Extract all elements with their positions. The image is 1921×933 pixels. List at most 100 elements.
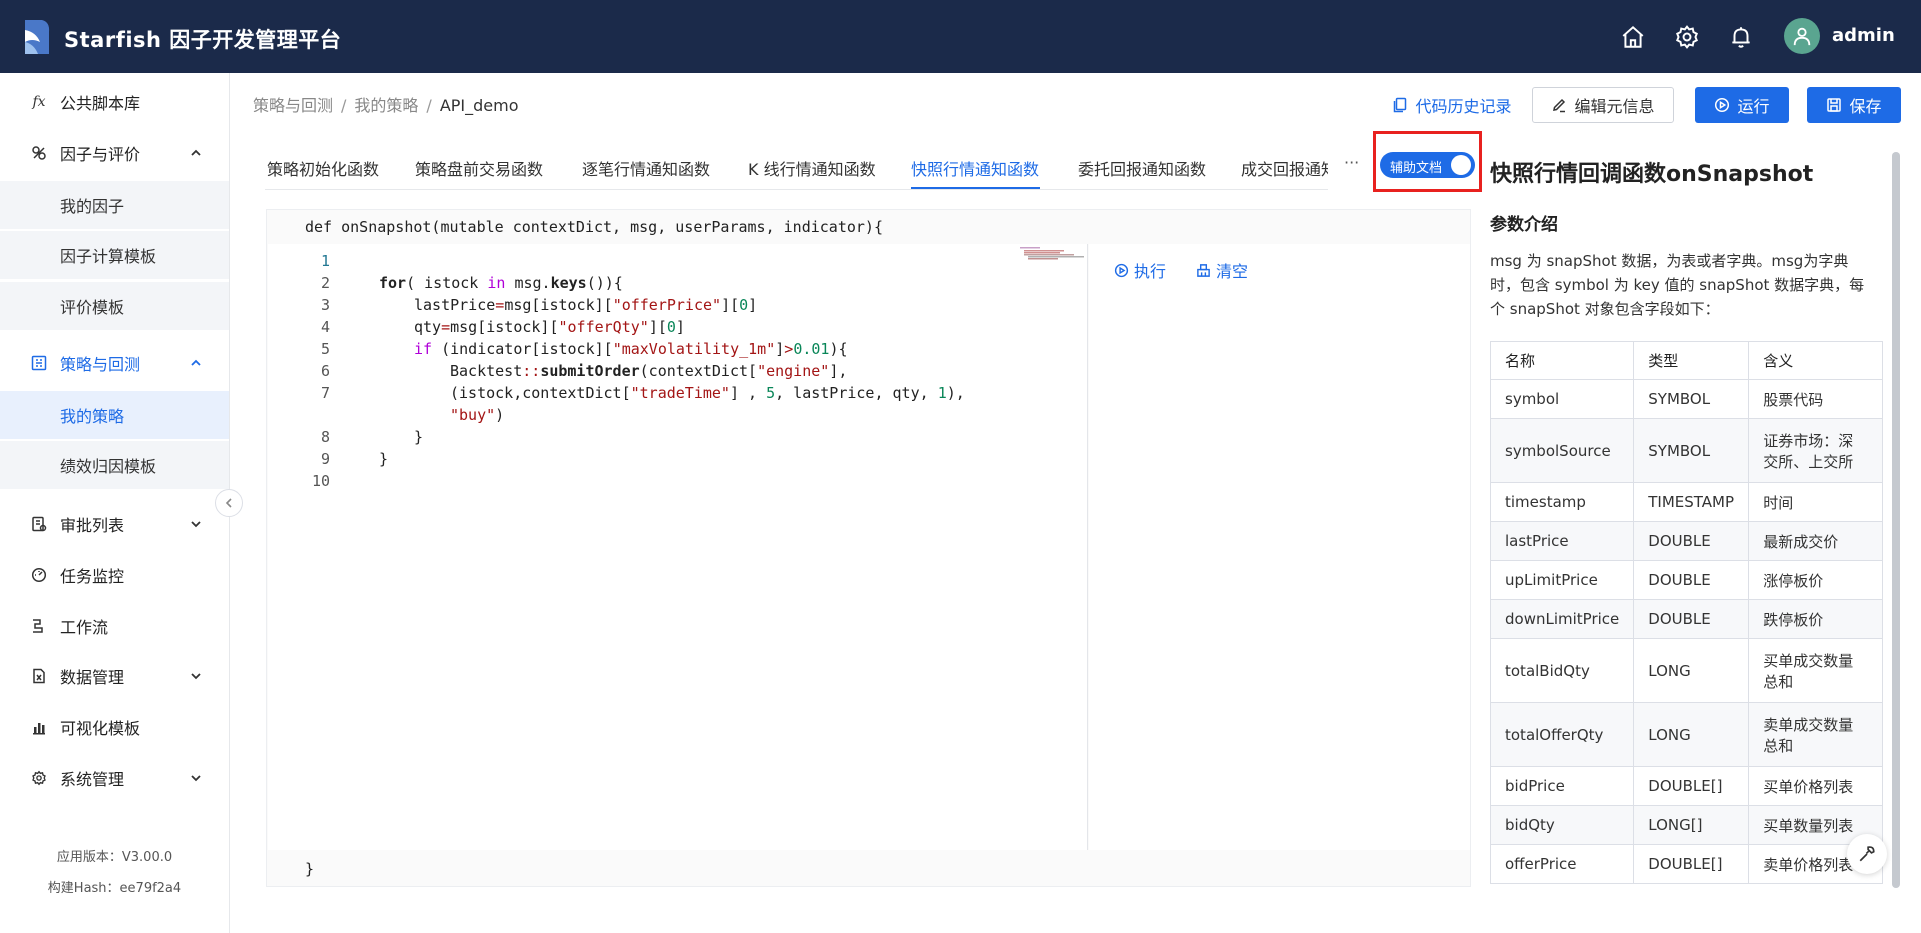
tab-order-report[interactable]: 委托回报通知函数 xyxy=(1078,156,1206,180)
user-icon xyxy=(1793,27,1811,46)
table-cell: DOUBLE[] xyxy=(1633,766,1750,806)
tabs-more-button[interactable]: ··· xyxy=(1344,153,1359,172)
sidebar-item-label: 审批列表 xyxy=(60,516,125,535)
table-row: totalOfferQty LONG 卖单成交数量总和 xyxy=(1490,702,1883,767)
sidebar-item-my-factors[interactable]: 我的因子 xyxy=(0,181,229,229)
execute-label: 执行 xyxy=(1134,262,1167,281)
code-line: if (indicator[istock]["maxVolatility_1m"… xyxy=(414,340,848,358)
table-cell: symbol xyxy=(1490,379,1635,419)
table-row: bidPrice DOUBLE[] 买单价格列表 xyxy=(1490,766,1883,806)
sidebar-item-label: 我的策略 xyxy=(60,407,125,426)
sidebar-item-my-strategy[interactable]: 我的策略 xyxy=(0,391,229,439)
sidebar-item-factors[interactable]: 因子与评价 xyxy=(0,129,229,177)
table-cell: 买单成交数量总和 xyxy=(1748,638,1883,703)
run-button[interactable]: 运行 xyxy=(1695,87,1789,123)
breadcrumb-separator: / xyxy=(426,96,432,115)
tab-pre-market[interactable]: 策略盘前交易函数 xyxy=(415,156,543,180)
table-cell: 最新成交价 xyxy=(1748,521,1883,561)
minimap[interactable] xyxy=(1018,246,1084,260)
table-cell: DOUBLE xyxy=(1633,560,1750,600)
tab-init[interactable]: 策略初始化函数 xyxy=(267,156,379,180)
tab-kline[interactable]: K 线行情通知函数 xyxy=(748,156,876,180)
table-header-row: 名称 类型 含义 xyxy=(1490,341,1883,380)
table-cell: 时间 xyxy=(1748,482,1883,522)
table-cell: SYMBOL xyxy=(1633,379,1750,419)
sidebar-item-task-monitor[interactable]: 任务监控 xyxy=(0,551,229,599)
chart-icon xyxy=(30,718,48,736)
table-cell: 跌停板价 xyxy=(1748,599,1883,639)
starfish-logo-icon xyxy=(25,20,50,54)
doc-toggle[interactable]: 辅助文档 xyxy=(1380,152,1475,178)
sidebar-item-label: 评价模板 xyxy=(60,298,125,317)
table-row: lastPrice DOUBLE 最新成交价 xyxy=(1490,521,1883,561)
table-cell: LONG xyxy=(1633,702,1750,767)
clear-button[interactable]: 清空 xyxy=(1196,258,1248,282)
top-bar: Starfish 因子开发管理平台 admin xyxy=(0,0,1921,73)
code-history-button[interactable]: 代码历史记录 xyxy=(1388,87,1516,123)
strategy-icon xyxy=(30,354,48,372)
tab-trade-report[interactable]: 成交回报通知函数 xyxy=(1241,156,1328,180)
column-header: 类型 xyxy=(1633,341,1750,380)
line-number: 10 xyxy=(311,472,330,490)
table-cell: 卖单成交数量总和 xyxy=(1748,702,1883,767)
sidebar-item-factor-template[interactable]: 因子计算模板 xyxy=(0,231,229,279)
sidebar-item-system[interactable]: 系统管理 xyxy=(0,754,229,802)
doc-title: 快照行情回调函数onSnapshot xyxy=(1490,162,1814,187)
user-name[interactable]: admin xyxy=(1832,25,1895,46)
home-icon[interactable] xyxy=(1620,24,1646,50)
table-row: timestamp TIMESTAMP 时间 xyxy=(1490,482,1883,522)
line-number: 4 xyxy=(320,318,330,336)
table-row: downLimitPrice DOUBLE 跌停板价 xyxy=(1490,599,1883,639)
table-cell: downLimitPrice xyxy=(1490,599,1635,639)
tab-tick[interactable]: 逐笔行情通知函数 xyxy=(582,156,710,180)
sidebar-item-attribution-template[interactable]: 绩效归因模板 xyxy=(0,441,229,489)
sidebar-item-approvals[interactable]: 审批列表 xyxy=(0,500,229,548)
code-line: qty=msg[istock]["offerQty"][0] xyxy=(414,318,685,336)
bell-icon[interactable] xyxy=(1728,24,1754,50)
sidebar-item-strategy[interactable]: 策略与回测 xyxy=(0,339,229,387)
sidebar-item-visual-template[interactable]: 可视化模板 xyxy=(0,703,229,751)
table-cell: bidPrice xyxy=(1490,766,1635,806)
breadcrumb-item[interactable]: 我的策略 xyxy=(354,96,418,115)
collapse-sidebar-button[interactable] xyxy=(215,489,243,517)
save-button[interactable]: 保存 xyxy=(1807,87,1901,123)
tools-button[interactable] xyxy=(1847,834,1887,874)
table-cell: upLimitPrice xyxy=(1490,560,1635,600)
sidebar-item-label: 我的因子 xyxy=(60,197,125,216)
table-cell: offerPrice xyxy=(1490,844,1635,884)
broom-icon xyxy=(1197,263,1210,277)
edit-metadata-button[interactable]: 编辑元信息 xyxy=(1532,87,1674,123)
sidebar-item-data-management[interactable]: 数据管理 xyxy=(0,652,229,700)
chevron-up-icon xyxy=(191,149,201,156)
execute-button[interactable]: 执行 xyxy=(1114,258,1166,282)
sidebar-item-eval-template[interactable]: 评价模板 xyxy=(0,282,229,330)
sidebar-item-workflow[interactable]: 工作流 xyxy=(0,602,229,650)
breadcrumb-current: API_demo xyxy=(439,96,519,115)
avatar[interactable] xyxy=(1784,18,1820,54)
line-number: 9 xyxy=(320,450,330,468)
clear-label: 清空 xyxy=(1216,262,1249,281)
doc-scrollbar[interactable] xyxy=(1892,152,1900,888)
doc-description: msg 为 snapShot 数据，为表或者字典。msg为字典时，包含 symb… xyxy=(1490,252,1865,318)
app-version: 应用版本：V3.00.0 xyxy=(56,850,173,865)
sidebar-item-public-scripts[interactable]: fx 公共脚本库 xyxy=(0,78,229,126)
breadcrumb: 策略与回测 / 我的策略 / API_demo xyxy=(253,92,519,116)
closing-brace: } xyxy=(305,860,315,878)
gear-icon[interactable] xyxy=(1674,24,1700,50)
line-number: 1 xyxy=(320,252,330,270)
line-number: 3 xyxy=(320,296,330,314)
code-line: Backtest::submitOrder(contextDict["engin… xyxy=(450,362,848,380)
factor-icon xyxy=(30,144,48,162)
line-number: 8 xyxy=(320,428,330,446)
table-cell: TIMESTAMP xyxy=(1633,482,1750,522)
edit-metadata-label: 编辑元信息 xyxy=(1574,97,1655,116)
code-area[interactable]: 1 2 3 4 5 6 7 8 9 10 for( istock in msg.… xyxy=(268,244,1088,850)
app-title: Starfish 因子开发管理平台 xyxy=(64,28,342,52)
table-cell: LONG xyxy=(1633,638,1750,703)
code-line: for( istock in msg.keys()){ xyxy=(379,274,623,292)
edit-icon xyxy=(1553,98,1566,113)
breadcrumb-item[interactable]: 策略与回测 xyxy=(253,96,333,115)
table-cell: timestamp xyxy=(1490,482,1635,522)
active-tab-indicator xyxy=(911,187,1040,189)
tab-snapshot[interactable]: 快照行情通知函数 xyxy=(911,156,1039,180)
